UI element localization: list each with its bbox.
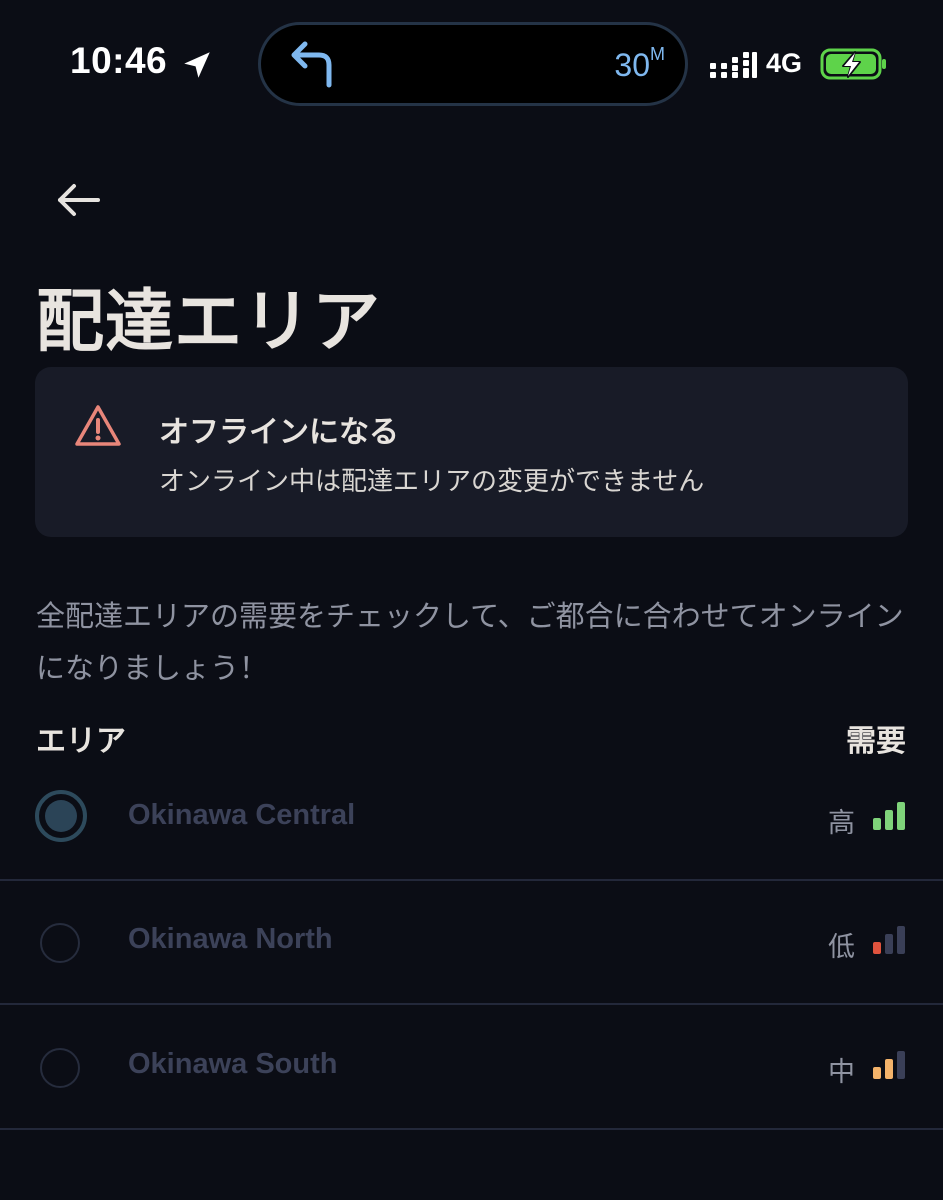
row-divider (0, 1003, 943, 1005)
radio-button[interactable] (40, 923, 80, 963)
demand-bar (885, 810, 893, 830)
radio-button-selected[interactable] (35, 790, 87, 842)
eta-readout: 30M (614, 44, 665, 84)
demand-level-label: 中 (828, 1057, 855, 1088)
demand-bar (897, 926, 905, 954)
status-bar: 10:46 30M 4G (0, 0, 943, 130)
cellular-signal-icon (710, 52, 757, 78)
column-header-area: エリア (36, 724, 126, 759)
area-row-okinawa-central[interactable]: Okinawa Central 高 (0, 757, 943, 881)
demand-bar (885, 934, 893, 954)
demand-bars-icon (873, 926, 905, 954)
area-row-okinawa-south[interactable]: Okinawa South 中 (0, 1006, 943, 1130)
demand-bar (873, 942, 881, 954)
location-arrow-icon (184, 52, 210, 78)
dynamic-island-navigation[interactable]: 30M (258, 22, 688, 106)
demand-level-label: 高 (828, 808, 855, 839)
row-divider (0, 1128, 943, 1130)
demand-bar (873, 1067, 881, 1079)
demand-level-label: 低 (828, 932, 855, 963)
radio-button[interactable] (40, 1048, 80, 1088)
arrow-left-icon (58, 184, 100, 216)
demand-bar (873, 818, 881, 830)
warning-title: オフラインになる (159, 415, 399, 450)
network-type: 4G (766, 48, 803, 78)
turn-left-icon (291, 41, 332, 88)
eta-unit: M (650, 44, 665, 65)
demand-bar (897, 1051, 905, 1079)
demand-bar (885, 1059, 893, 1079)
column-header-demand: 需要 (846, 724, 906, 759)
back-button[interactable] (50, 176, 106, 224)
warning-message: オンライン中は配達エリアの変更ができません (159, 467, 705, 497)
page-title: 配達エリア (36, 283, 382, 362)
demand-bars-icon (873, 802, 905, 830)
demand-bar (897, 802, 905, 830)
status-time: 10:46 (70, 40, 168, 81)
demand-bars-icon (873, 1051, 905, 1079)
offline-warning-card: オフラインになる オンライン中は配達エリアの変更ができません (35, 367, 908, 537)
area-name: Okinawa South (128, 1048, 338, 1080)
area-name: Okinawa Central (128, 799, 356, 831)
description-text: 全配達エリアの需要をチェックして、ご都合に合わせてオンラインになりましょう！ (36, 599, 904, 685)
area-name: Okinawa North (128, 923, 333, 955)
eta-value: 30 (614, 47, 650, 83)
battery-charging-icon (820, 48, 886, 80)
warning-triangle-icon (75, 405, 121, 446)
area-row-okinawa-north[interactable]: Okinawa North 低 (0, 881, 943, 1005)
